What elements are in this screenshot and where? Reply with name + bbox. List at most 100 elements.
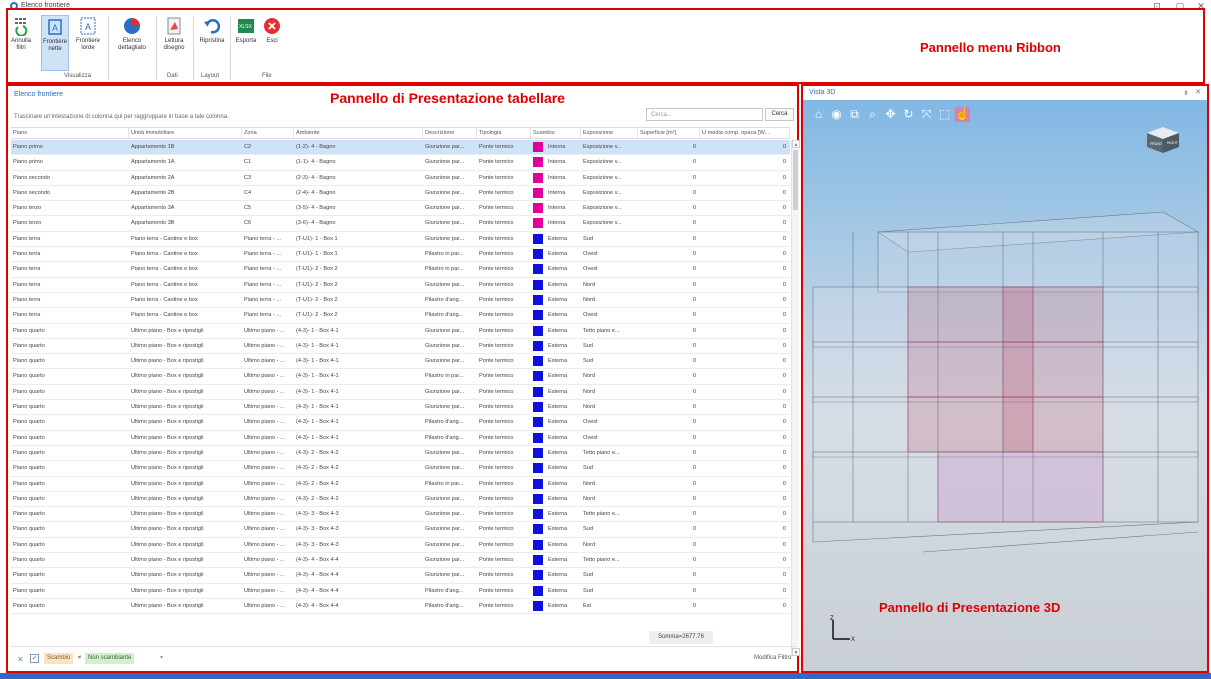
table-row[interactable]: Piano quarto Ultimo piano - Box e riposti… bbox=[11, 538, 790, 554]
table-cell: Ultimo piano - ... bbox=[244, 358, 285, 365]
table-row[interactable]: Piano primo Appartamento 1B C2 (1-2)- 4 - B… bbox=[11, 140, 790, 156]
table-row[interactable]: Piano quarto Ultimo piano - Box e riposti… bbox=[11, 385, 790, 401]
frontiere-nette-button[interactable]: A Frontiere nette bbox=[41, 15, 69, 71]
table-row[interactable]: Piano quarto Ultimo piano - Box e riposti… bbox=[11, 339, 790, 355]
clear-filter-x-icon[interactable]: ✕ bbox=[17, 655, 24, 664]
table-row[interactable]: Piano quarto Ultimo piano - Box e riposti… bbox=[11, 584, 790, 599]
table-row[interactable]: Piano terzo Appartamento 3A C5 (3-5)- 4 - B… bbox=[11, 201, 790, 217]
table-cell: (T-U1)- 2 - Box 2 bbox=[296, 312, 338, 319]
table-row[interactable]: Piano quarto Ultimo piano - Box e riposti… bbox=[11, 446, 790, 462]
table-row[interactable]: Piano secondo Appartamento 2A C3 (2-3)- 4 -… bbox=[11, 171, 790, 186]
table-row[interactable]: Piano quarto Ultimo piano - Box e riposti… bbox=[11, 492, 790, 508]
annulla-filtri-button[interactable]: Annulla filtri bbox=[10, 16, 32, 52]
column-header[interactable]: Ambiente bbox=[294, 128, 423, 139]
table-cell: (3-6)- 4 - Bagno bbox=[296, 220, 336, 227]
table-row[interactable]: Piano primo Appartamento 1A C1 (1-1)- 4 - B… bbox=[11, 155, 790, 171]
table-cell: Piano quarto bbox=[13, 587, 45, 594]
modifica-filtro-link[interactable]: Modifica Filtro bbox=[754, 655, 791, 661]
vertical-scrollbar[interactable]: ▲ ▼ bbox=[791, 140, 800, 656]
table-row[interactable]: Piano terra Piano terra - Cantine e box Pi… bbox=[11, 293, 790, 309]
column-header[interactable]: Piano bbox=[11, 128, 129, 139]
table-cell: Ponte termico bbox=[479, 266, 514, 273]
search-button[interactable]: Cerca bbox=[765, 108, 794, 121]
column-header[interactable]: Scambio bbox=[531, 128, 581, 139]
table-cell: Ponte termico bbox=[479, 220, 514, 227]
table-cell: Piano terra bbox=[13, 235, 41, 242]
table-row[interactable]: Piano terra Piano terra - Cantine e box Pi… bbox=[11, 278, 790, 293]
table-row[interactable]: Piano quarto Ultimo piano - Box e riposti… bbox=[11, 477, 790, 492]
filter-enabled-checkbox[interactable]: ✓ bbox=[30, 654, 39, 663]
filter-field[interactable]: Scambio bbox=[44, 653, 74, 664]
table-cell: Pilastro d'ang... bbox=[425, 602, 464, 609]
ripristina-button[interactable]: Ripristina bbox=[197, 16, 227, 45]
table-row[interactable]: Piano quarto Ultimo piano - Box e riposti… bbox=[11, 599, 790, 615]
table-cell: Piano terra - ... bbox=[244, 251, 281, 258]
table-cell: Piano quarto bbox=[13, 572, 45, 579]
table-row[interactable]: Piano terra Piano terra - Cantine e box Pi… bbox=[11, 247, 790, 263]
table-cell: Ponte termico bbox=[479, 373, 514, 380]
table-cell: Piano quarto bbox=[13, 602, 45, 609]
esporta-button[interactable]: XLSX Esporta bbox=[234, 16, 258, 45]
column-header[interactable]: Zona bbox=[242, 128, 294, 139]
table-row[interactable]: Piano quarto Ultimo piano - Box e riposti… bbox=[11, 354, 790, 370]
view-3d-titlebar: Vista 3D ⇟ ✕ bbox=[803, 86, 1207, 100]
table-row[interactable]: Piano quarto Ultimo piano - Box e riposti… bbox=[11, 324, 790, 339]
table-cell: Giunzione par... bbox=[425, 235, 465, 242]
filter-value[interactable]: Non scambiante bbox=[85, 653, 135, 664]
table-row[interactable]: Piano secondo Appartamento 2B C4 (2-4)- 4 -… bbox=[11, 186, 790, 202]
frontiere-lorde-button[interactable]: A Frontiere lorde bbox=[74, 16, 102, 52]
ribbon-callout: Pannello menu Ribbon bbox=[920, 40, 1061, 55]
table-cell: Ultimo piano - Box e ripostigli bbox=[131, 587, 204, 594]
table-row[interactable]: Piano quarto Ultimo piano - Box e riposti… bbox=[11, 461, 790, 477]
table-row[interactable]: Piano terra Piano terra - Cantine e box Pi… bbox=[11, 308, 790, 324]
table-cell: Nord bbox=[583, 495, 596, 502]
table-cell: Sud bbox=[583, 235, 593, 242]
exchange-color-swatch bbox=[533, 340, 543, 351]
table-cell: Pilastro in par... bbox=[425, 251, 464, 258]
table-row[interactable]: Piano terra Piano terra - Cantine e box Pi… bbox=[11, 262, 790, 278]
scroll-thumb[interactable] bbox=[793, 150, 798, 210]
table-cell: Tetto piano e... bbox=[583, 449, 620, 456]
column-header[interactable]: Superficie [m²] bbox=[638, 128, 700, 139]
table-cell: 0 bbox=[782, 465, 786, 472]
pin-icon[interactable]: ⇟ bbox=[1183, 89, 1189, 97]
table-row[interactable]: Piano terra Piano terra - Cantine e box Pi… bbox=[11, 232, 790, 248]
table-row[interactable]: Piano quarto Ultimo piano - Box e riposti… bbox=[11, 522, 790, 538]
search-input[interactable]: Cerca... bbox=[646, 108, 763, 121]
column-header[interactable]: Unità immobiliare bbox=[129, 128, 242, 139]
building-model[interactable] bbox=[803, 102, 1207, 622]
table-row[interactable]: Piano terzo Appartamento 3B C6 (3-6)- 4 - B… bbox=[11, 216, 790, 232]
lettura-disegno-button[interactable]: Lettura disegno bbox=[159, 16, 189, 52]
table-row[interactable]: Piano quarto Ultimo piano - Box e riposti… bbox=[11, 400, 790, 416]
table-row[interactable]: Piano quarto Ultimo piano - Box e riposti… bbox=[11, 568, 790, 584]
exchange-color-swatch bbox=[533, 279, 543, 290]
exchange-color-swatch bbox=[533, 294, 543, 305]
filter-dropdown-icon[interactable]: ▾ bbox=[157, 653, 166, 664]
table-cell: Piano quarto bbox=[13, 465, 45, 472]
table-row[interactable]: Piano quarto Ultimo piano - Box e riposti… bbox=[11, 415, 790, 431]
column-header[interactable]: Descrizione bbox=[423, 128, 477, 139]
table-cell: (4-3)- 4 - Box 4-4 bbox=[296, 557, 339, 564]
status-bar bbox=[0, 673, 1211, 679]
table-cell: Piano primo bbox=[13, 159, 43, 166]
table-cell: (T-U1)- 2 - Box 2 bbox=[296, 281, 338, 288]
table-cell: Piano terra bbox=[13, 251, 41, 258]
table-row[interactable]: Piano quarto Ultimo piano - Box e riposti… bbox=[11, 507, 790, 523]
column-header[interactable]: U media comp. opaca [W... bbox=[700, 128, 790, 139]
elenco-dettagliato-button[interactable]: Elenco dettagliato bbox=[112, 16, 152, 52]
table-cell: Piano quarto bbox=[13, 449, 45, 456]
table-row[interactable]: Piano quarto Ultimo piano - Box e riposti… bbox=[11, 369, 790, 385]
filter-operator[interactable]: ≠ bbox=[75, 653, 84, 664]
table-cell: Ponte termico bbox=[479, 312, 514, 319]
table-row[interactable]: Piano quarto Ultimo piano - Box e riposti… bbox=[11, 431, 790, 446]
table-cell: Interna bbox=[548, 205, 566, 212]
column-header[interactable]: Esposizione bbox=[581, 128, 638, 139]
table-cell: Piano quarto bbox=[13, 526, 45, 533]
esci-button[interactable]: Esci bbox=[261, 16, 283, 45]
close-panel-icon[interactable]: ✕ bbox=[1195, 88, 1201, 96]
exchange-color-swatch bbox=[533, 585, 543, 596]
column-header[interactable]: Tipologia bbox=[477, 128, 531, 139]
scroll-up-icon[interactable]: ▲ bbox=[792, 140, 800, 148]
table-row[interactable]: Piano quarto Ultimo piano - Box e riposti… bbox=[11, 553, 790, 569]
view-3d-callout: Pannello di Presentazione 3D bbox=[879, 600, 1061, 615]
